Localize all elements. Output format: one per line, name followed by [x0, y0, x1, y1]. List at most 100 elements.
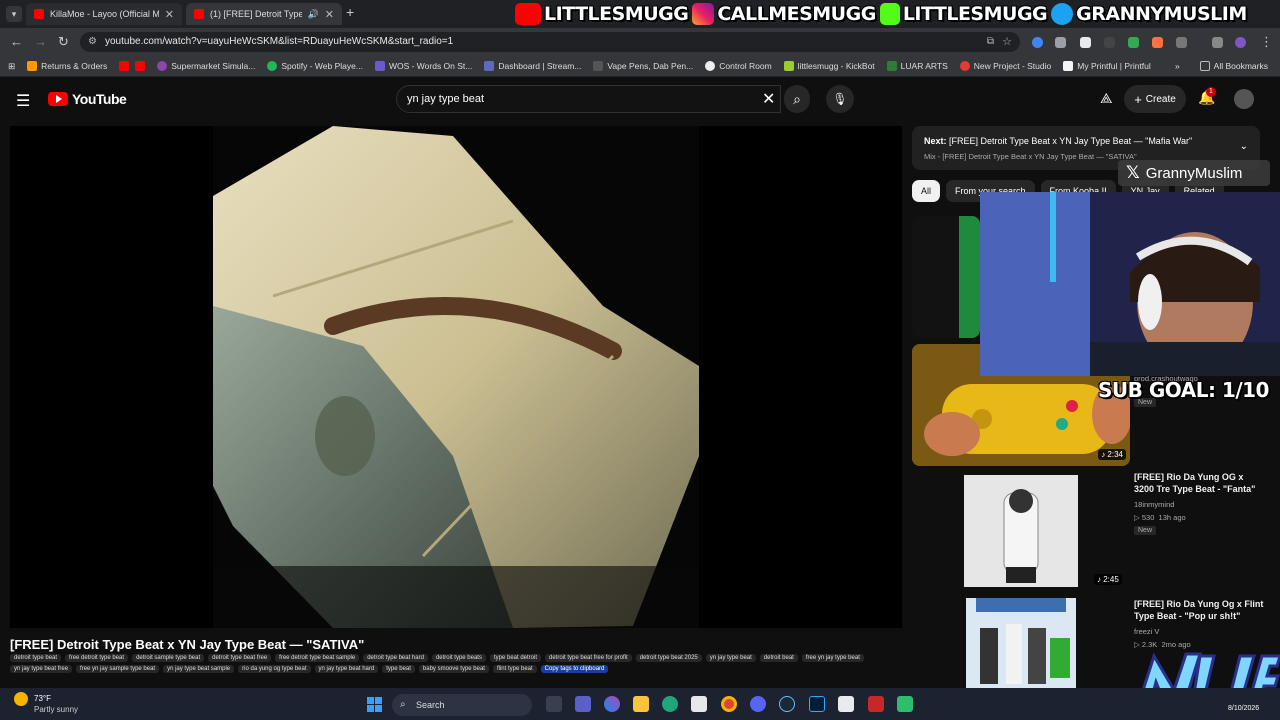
video-tag[interactable]: detroit type beat free	[208, 654, 272, 662]
close-tab-icon[interactable]: ✕	[325, 8, 334, 21]
bookmark-item[interactable]: New Project - Studio	[959, 61, 1051, 71]
tab-search-button[interactable]: ▾	[6, 6, 22, 22]
bookmark-item[interactable]: littlesmugg - KickBot	[783, 61, 875, 71]
create-button[interactable]: + Create	[1124, 85, 1186, 113]
video-tag[interactable]: yn jay type beat sample	[163, 665, 235, 673]
video-tag[interactable]: flint type beat	[492, 665, 537, 673]
video-tag[interactable]: free detroit type beat sample	[275, 654, 360, 662]
chrome-menu-icon[interactable]: ⋮	[1260, 34, 1273, 50]
video-tag[interactable]: detroit type beat hard	[363, 654, 428, 662]
chrome-icon[interactable]	[721, 696, 737, 712]
address-bar[interactable]: ⚙ youtube.com/watch?v=uayuHeWcSKM&list=R…	[80, 32, 1020, 52]
video-tag[interactable]: detroit type beat free for profit	[545, 654, 632, 662]
taskbar-date[interactable]: 8/10/2026	[1228, 705, 1259, 712]
copy-tags-button[interactable]: Copy tags to clipboard	[540, 665, 609, 673]
video-tag[interactable]: detroit type beats	[431, 654, 486, 662]
weather-description[interactable]: Partly sunny	[34, 705, 78, 714]
account-avatar[interactable]	[1234, 89, 1254, 109]
windows-start-icon[interactable]	[367, 697, 382, 712]
video-tag[interactable]: free detroit type beat	[65, 654, 129, 662]
video-tag[interactable]: free yn jay sample type beat	[76, 665, 160, 673]
copilot-icon[interactable]	[604, 696, 620, 712]
new-tab-button[interactable]: +	[346, 4, 354, 20]
teams-icon[interactable]	[575, 696, 591, 712]
bookmark-item[interactable]	[135, 61, 146, 71]
weather-sun-icon[interactable]	[14, 692, 28, 706]
all-bookmarks-label: All Bookmarks	[1213, 61, 1268, 71]
browser-tab-killamoe[interactable]: KillaMoe - Layoo (Official Music ✕	[26, 3, 182, 25]
recommendation-thumbnail[interactable]	[912, 216, 980, 338]
hamburger-menu-icon[interactable]: ☰	[16, 91, 30, 111]
apps-grid-icon[interactable]: ⊞	[8, 61, 15, 72]
video-tag[interactable]: yn jay type beat	[705, 654, 756, 662]
photoshop-icon[interactable]	[809, 696, 825, 712]
speaker-icon[interactable]: 🔊	[308, 9, 319, 20]
chip-all[interactable]: All	[912, 180, 941, 202]
video-tag[interactable]: detroit type beat	[10, 654, 62, 662]
forward-icon[interactable]: →	[34, 34, 47, 49]
extension-icon[interactable]	[1128, 37, 1139, 48]
bookmark-item[interactable]: Vape Pens, Dab Pen...	[593, 61, 693, 71]
search-input[interactable]: yn jay type beat	[396, 85, 781, 113]
store-icon[interactable]	[691, 696, 707, 712]
notepad-icon[interactable]	[838, 696, 854, 712]
extension-icon[interactable]	[1080, 37, 1091, 48]
file-explorer-icon[interactable]	[633, 696, 649, 712]
video-tag[interactable]: type beat detroit	[489, 654, 541, 662]
discord-icon[interactable]	[750, 696, 766, 712]
extension-icon[interactable]	[1104, 37, 1115, 48]
bookmark-item[interactable]: Control Room	[705, 61, 772, 71]
video-tag[interactable]: rio da yung og type beat	[238, 665, 311, 673]
reading-list-icon[interactable]	[1212, 37, 1223, 48]
rec-title[interactable]: [FREE] Rio Da Yung Og x Flint Type Beat …	[1134, 598, 1264, 622]
extension-icon[interactable]	[1152, 37, 1163, 48]
youtube-logo[interactable]: YouTube	[48, 91, 127, 107]
edge-icon[interactable]	[662, 696, 678, 712]
bookmark-item[interactable]: Dashboard | Stream...	[484, 61, 581, 71]
bookmark-item[interactable]: WOS - Words On St...	[374, 61, 472, 71]
video-tag[interactable]: yn jay type beat hard	[314, 665, 379, 673]
cast-icon[interactable]: ⟁	[1100, 90, 1113, 107]
app-icon[interactable]	[897, 696, 913, 712]
bookmark-item[interactable]: LUAR ARTS	[886, 61, 948, 71]
video-tag[interactable]: free yn jay type beat	[801, 654, 864, 662]
back-icon[interactable]: ←	[10, 34, 23, 49]
bookmark-star-icon[interactable]: ☆	[1002, 32, 1012, 52]
app-icon[interactable]	[868, 696, 884, 712]
bookmark-item[interactable]	[119, 61, 130, 71]
video-tag[interactable]: yn jay type beat free	[10, 665, 73, 673]
browser-tab-active[interactable]: (1) [FREE] Detroit Type Beat 🔊 ✕	[186, 3, 342, 25]
video-tag[interactable]: type beat	[382, 665, 415, 673]
recommendation-thumbnail[interactable]	[966, 598, 1076, 688]
video-tag[interactable]: detroit type beat 2025	[635, 654, 702, 662]
close-tab-icon[interactable]: ✕	[165, 8, 174, 21]
recommendation-thumbnail[interactable]	[964, 475, 1078, 587]
bookmark-item[interactable]: Supermarket Simula...	[157, 61, 255, 71]
video-tag[interactable]: baby smoove type beat	[418, 665, 489, 673]
bookmark-label: Spotify - Web Playe...	[281, 61, 363, 71]
reload-icon[interactable]: ↻	[58, 34, 69, 50]
all-bookmarks[interactable]: All Bookmarks	[1199, 61, 1268, 71]
chevron-down-icon[interactable]: ⌄	[1240, 141, 1248, 152]
video-player[interactable]	[10, 126, 902, 628]
extension-icon[interactable]	[1032, 37, 1043, 48]
video-tag[interactable]: detroit sample type beat	[132, 654, 205, 662]
bookmark-item[interactable]: Returns & Orders	[27, 61, 107, 71]
bookmarks-overflow-icon[interactable]: »	[1175, 61, 1180, 71]
extensions-puzzle-icon[interactable]	[1176, 37, 1187, 48]
install-app-icon[interactable]: ⧉	[987, 32, 994, 52]
steam-icon[interactable]	[779, 696, 795, 712]
site-info-icon[interactable]: ⚙	[88, 32, 97, 52]
search-button[interactable]: ⌕	[784, 85, 810, 113]
bookmark-item[interactable]: My Printful | Printful	[1063, 61, 1151, 71]
rec-title[interactable]: [FREE] Rio Da Yung OG x 3200 Tre Type Be…	[1134, 471, 1264, 495]
task-view-icon[interactable]	[546, 696, 562, 712]
bookmark-item[interactable]: Spotify - Web Playe...	[267, 61, 363, 71]
extension-icon[interactable]	[1055, 37, 1066, 48]
video-tag[interactable]: detroit beat	[759, 654, 798, 662]
weather-temperature[interactable]: 73°F	[34, 694, 51, 703]
taskbar-search-box[interactable]: ⌕ Search	[392, 694, 532, 716]
clear-search-icon[interactable]: ✕	[762, 89, 775, 109]
profile-avatar-icon[interactable]	[1235, 37, 1246, 48]
voice-search-button[interactable]: 🎙	[826, 85, 854, 113]
